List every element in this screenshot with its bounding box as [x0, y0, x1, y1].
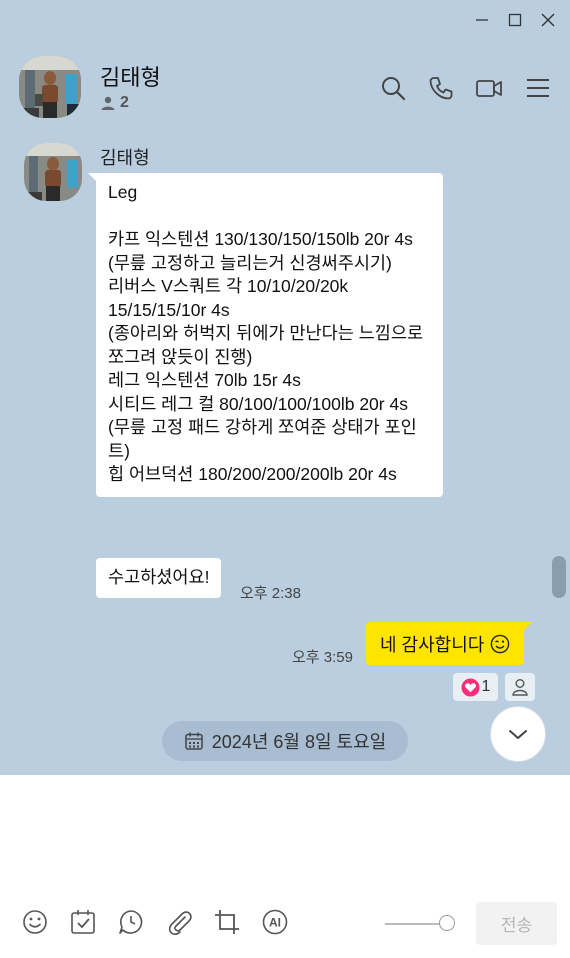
phone-icon[interactable]	[427, 74, 455, 102]
search-icon[interactable]	[379, 74, 407, 102]
attach-icon[interactable]	[165, 908, 193, 936]
message-time: 오후 3:59	[292, 649, 353, 666]
scrollbar-thumb[interactable]	[552, 556, 566, 598]
crop-icon[interactable]	[213, 908, 241, 936]
member-count[interactable]: 2	[100, 94, 129, 112]
maximize-icon[interactable]	[505, 10, 525, 30]
slider-thumb[interactable]	[439, 915, 455, 931]
reaction-count: 1	[481, 678, 491, 695]
close-icon[interactable]	[538, 10, 558, 30]
chat-message-list[interactable]: 김태형 Leg 카프 익스텐션 130/130/150/150lb 20r 4s…	[0, 130, 570, 775]
ai-icon[interactable]: AI	[261, 908, 289, 936]
chat-header: 김태형 2	[0, 40, 570, 130]
svg-text:AI: AI	[269, 916, 281, 930]
emoji-icon[interactable]	[21, 908, 49, 936]
wink-emoji-icon	[491, 634, 510, 653]
clock-icon[interactable]	[117, 908, 145, 936]
person-icon	[101, 96, 115, 110]
avatar[interactable]	[19, 56, 81, 118]
minimize-icon[interactable]	[472, 10, 492, 30]
schedule-icon[interactable]	[69, 908, 97, 936]
window-titlebar	[0, 0, 570, 40]
message-bubble-received[interactable]: 수고하셨어요!	[96, 558, 222, 598]
video-icon[interactable]	[475, 74, 503, 102]
message-bubble-sent[interactable]: 네 감사합니다	[366, 622, 533, 665]
chat-title: 김태형	[100, 65, 161, 90]
message-input[interactable]	[0, 775, 570, 890]
date-text: 2024년 6월 8일 토요일	[211, 732, 387, 752]
chevron-down-icon	[509, 730, 527, 739]
add-reaction-button[interactable]	[505, 673, 535, 701]
heart-icon	[461, 677, 480, 697]
sender-avatar[interactable]	[24, 143, 82, 201]
calendar-icon	[185, 732, 203, 750]
sender-name: 김태형	[100, 148, 150, 168]
composer: AI 전송	[0, 775, 570, 958]
message-text: 네 감사합니다	[380, 634, 485, 655]
send-button[interactable]: 전송	[476, 902, 557, 945]
person-icon	[512, 679, 528, 696]
member-count-value: 2	[120, 94, 129, 111]
message-bubble-received[interactable]: Leg 카프 익스텐션 130/130/150/150lb 20r 4s (무릎…	[88, 173, 443, 497]
scroll-to-bottom-button[interactable]	[490, 706, 546, 762]
heart-reaction[interactable]: 1	[453, 673, 498, 701]
menu-icon[interactable]	[524, 74, 552, 102]
date-divider: 2024년 6월 8일 토요일	[162, 721, 408, 761]
slider-track[interactable]	[385, 923, 445, 925]
message-time: 오후 2:38	[240, 585, 301, 602]
